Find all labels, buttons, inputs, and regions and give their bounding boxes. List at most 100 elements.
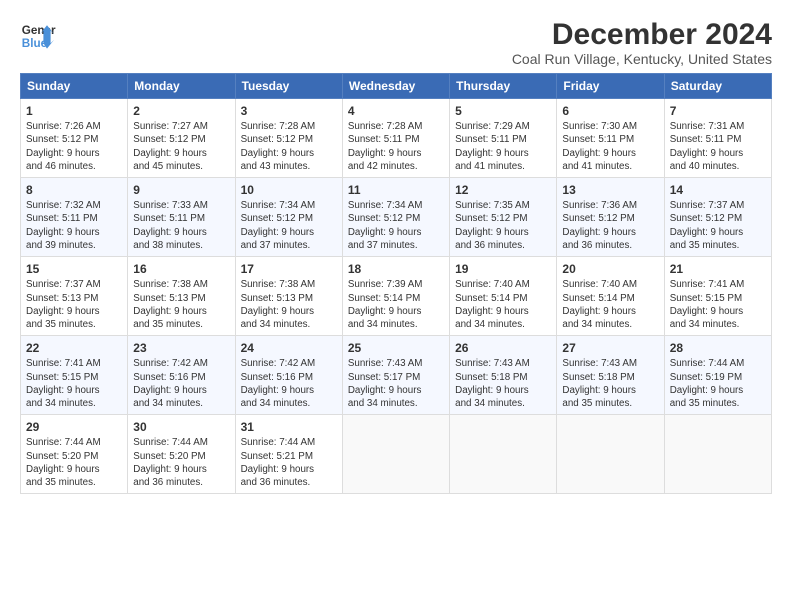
day-info: Sunrise: 7:37 AM Sunset: 5:13 PM Dayligh… [26, 278, 122, 331]
calendar-cell: 24Sunrise: 7:42 AM Sunset: 5:16 PM Dayli… [235, 336, 342, 415]
calendar-cell: 8Sunrise: 7:32 AM Sunset: 5:11 PM Daylig… [21, 178, 128, 257]
day-info: Sunrise: 7:34 AM Sunset: 5:12 PM Dayligh… [241, 199, 337, 252]
day-number: 19 [455, 261, 551, 277]
calendar-header-saturday: Saturday [664, 74, 771, 99]
day-info: Sunrise: 7:38 AM Sunset: 5:13 PM Dayligh… [133, 278, 229, 331]
day-info: Sunrise: 7:28 AM Sunset: 5:11 PM Dayligh… [348, 120, 444, 173]
logo-icon: General Blue [20, 18, 56, 54]
day-info: Sunrise: 7:29 AM Sunset: 5:11 PM Dayligh… [455, 120, 551, 173]
calendar-cell: 29Sunrise: 7:44 AM Sunset: 5:20 PM Dayli… [21, 415, 128, 494]
day-number: 18 [348, 261, 444, 277]
day-info: Sunrise: 7:36 AM Sunset: 5:12 PM Dayligh… [562, 199, 658, 252]
calendar-cell: 27Sunrise: 7:43 AM Sunset: 5:18 PM Dayli… [557, 336, 664, 415]
main-title: December 2024 [512, 18, 772, 51]
calendar-header-wednesday: Wednesday [342, 74, 449, 99]
calendar-cell: 23Sunrise: 7:42 AM Sunset: 5:16 PM Dayli… [128, 336, 235, 415]
calendar-week-3: 15Sunrise: 7:37 AM Sunset: 5:13 PM Dayli… [21, 257, 772, 336]
day-info: Sunrise: 7:40 AM Sunset: 5:14 PM Dayligh… [562, 278, 658, 331]
day-info: Sunrise: 7:42 AM Sunset: 5:16 PM Dayligh… [241, 357, 337, 410]
day-number: 31 [241, 419, 337, 435]
calendar-cell: 10Sunrise: 7:34 AM Sunset: 5:12 PM Dayli… [235, 178, 342, 257]
day-number: 2 [133, 103, 229, 119]
calendar-cell: 11Sunrise: 7:34 AM Sunset: 5:12 PM Dayli… [342, 178, 449, 257]
day-number: 10 [241, 182, 337, 198]
day-info: Sunrise: 7:31 AM Sunset: 5:11 PM Dayligh… [670, 120, 766, 173]
calendar-cell: 3Sunrise: 7:28 AM Sunset: 5:12 PM Daylig… [235, 99, 342, 178]
calendar-header-friday: Friday [557, 74, 664, 99]
calendar-week-5: 29Sunrise: 7:44 AM Sunset: 5:20 PM Dayli… [21, 415, 772, 494]
day-number: 11 [348, 182, 444, 198]
calendar-cell: 15Sunrise: 7:37 AM Sunset: 5:13 PM Dayli… [21, 257, 128, 336]
logo: General Blue [20, 18, 56, 54]
day-info: Sunrise: 7:44 AM Sunset: 5:19 PM Dayligh… [670, 357, 766, 410]
day-info: Sunrise: 7:43 AM Sunset: 5:17 PM Dayligh… [348, 357, 444, 410]
day-number: 23 [133, 340, 229, 356]
day-info: Sunrise: 7:44 AM Sunset: 5:20 PM Dayligh… [133, 436, 229, 489]
day-info: Sunrise: 7:33 AM Sunset: 5:11 PM Dayligh… [133, 199, 229, 252]
day-info: Sunrise: 7:44 AM Sunset: 5:20 PM Dayligh… [26, 436, 122, 489]
calendar-cell: 17Sunrise: 7:38 AM Sunset: 5:13 PM Dayli… [235, 257, 342, 336]
calendar-header-sunday: Sunday [21, 74, 128, 99]
day-number: 25 [348, 340, 444, 356]
calendar-cell: 28Sunrise: 7:44 AM Sunset: 5:19 PM Dayli… [664, 336, 771, 415]
title-area: December 2024 Coal Run Village, Kentucky… [512, 18, 772, 67]
day-number: 20 [562, 261, 658, 277]
day-info: Sunrise: 7:40 AM Sunset: 5:14 PM Dayligh… [455, 278, 551, 331]
day-info: Sunrise: 7:34 AM Sunset: 5:12 PM Dayligh… [348, 199, 444, 252]
day-number: 16 [133, 261, 229, 277]
calendar-cell: 20Sunrise: 7:40 AM Sunset: 5:14 PM Dayli… [557, 257, 664, 336]
day-number: 21 [670, 261, 766, 277]
calendar-cell: 30Sunrise: 7:44 AM Sunset: 5:20 PM Dayli… [128, 415, 235, 494]
day-number: 4 [348, 103, 444, 119]
day-info: Sunrise: 7:43 AM Sunset: 5:18 PM Dayligh… [455, 357, 551, 410]
calendar-week-4: 22Sunrise: 7:41 AM Sunset: 5:15 PM Dayli… [21, 336, 772, 415]
day-number: 1 [26, 103, 122, 119]
calendar-header-thursday: Thursday [450, 74, 557, 99]
calendar-cell: 18Sunrise: 7:39 AM Sunset: 5:14 PM Dayli… [342, 257, 449, 336]
day-number: 17 [241, 261, 337, 277]
calendar-cell: 6Sunrise: 7:30 AM Sunset: 5:11 PM Daylig… [557, 99, 664, 178]
calendar-header-tuesday: Tuesday [235, 74, 342, 99]
calendar-cell: 19Sunrise: 7:40 AM Sunset: 5:14 PM Dayli… [450, 257, 557, 336]
calendar-week-2: 8Sunrise: 7:32 AM Sunset: 5:11 PM Daylig… [21, 178, 772, 257]
calendar-cell: 5Sunrise: 7:29 AM Sunset: 5:11 PM Daylig… [450, 99, 557, 178]
day-number: 5 [455, 103, 551, 119]
day-number: 29 [26, 419, 122, 435]
calendar-cell: 22Sunrise: 7:41 AM Sunset: 5:15 PM Dayli… [21, 336, 128, 415]
calendar-cell: 1Sunrise: 7:26 AM Sunset: 5:12 PM Daylig… [21, 99, 128, 178]
day-number: 28 [670, 340, 766, 356]
subtitle: Coal Run Village, Kentucky, United State… [512, 51, 772, 67]
day-info: Sunrise: 7:44 AM Sunset: 5:21 PM Dayligh… [241, 436, 337, 489]
day-number: 12 [455, 182, 551, 198]
day-info: Sunrise: 7:41 AM Sunset: 5:15 PM Dayligh… [670, 278, 766, 331]
day-number: 9 [133, 182, 229, 198]
day-number: 27 [562, 340, 658, 356]
calendar-cell: 13Sunrise: 7:36 AM Sunset: 5:12 PM Dayli… [557, 178, 664, 257]
day-info: Sunrise: 7:32 AM Sunset: 5:11 PM Dayligh… [26, 199, 122, 252]
day-number: 24 [241, 340, 337, 356]
calendar-cell: 26Sunrise: 7:43 AM Sunset: 5:18 PM Dayli… [450, 336, 557, 415]
day-info: Sunrise: 7:38 AM Sunset: 5:13 PM Dayligh… [241, 278, 337, 331]
day-info: Sunrise: 7:43 AM Sunset: 5:18 PM Dayligh… [562, 357, 658, 410]
calendar-cell: 21Sunrise: 7:41 AM Sunset: 5:15 PM Dayli… [664, 257, 771, 336]
day-info: Sunrise: 7:30 AM Sunset: 5:11 PM Dayligh… [562, 120, 658, 173]
day-number: 26 [455, 340, 551, 356]
day-number: 3 [241, 103, 337, 119]
calendar-cell: 25Sunrise: 7:43 AM Sunset: 5:17 PM Dayli… [342, 336, 449, 415]
calendar-table: SundayMondayTuesdayWednesdayThursdayFrid… [20, 73, 772, 494]
day-info: Sunrise: 7:35 AM Sunset: 5:12 PM Dayligh… [455, 199, 551, 252]
calendar-cell [557, 415, 664, 494]
day-info: Sunrise: 7:27 AM Sunset: 5:12 PM Dayligh… [133, 120, 229, 173]
day-number: 8 [26, 182, 122, 198]
calendar-cell [342, 415, 449, 494]
header: General Blue December 2024 Coal Run Vill… [20, 18, 772, 67]
day-info: Sunrise: 7:39 AM Sunset: 5:14 PM Dayligh… [348, 278, 444, 331]
calendar-cell: 31Sunrise: 7:44 AM Sunset: 5:21 PM Dayli… [235, 415, 342, 494]
day-number: 15 [26, 261, 122, 277]
day-info: Sunrise: 7:37 AM Sunset: 5:12 PM Dayligh… [670, 199, 766, 252]
calendar-cell [664, 415, 771, 494]
calendar-cell: 16Sunrise: 7:38 AM Sunset: 5:13 PM Dayli… [128, 257, 235, 336]
calendar-cell: 2Sunrise: 7:27 AM Sunset: 5:12 PM Daylig… [128, 99, 235, 178]
day-number: 6 [562, 103, 658, 119]
day-number: 22 [26, 340, 122, 356]
